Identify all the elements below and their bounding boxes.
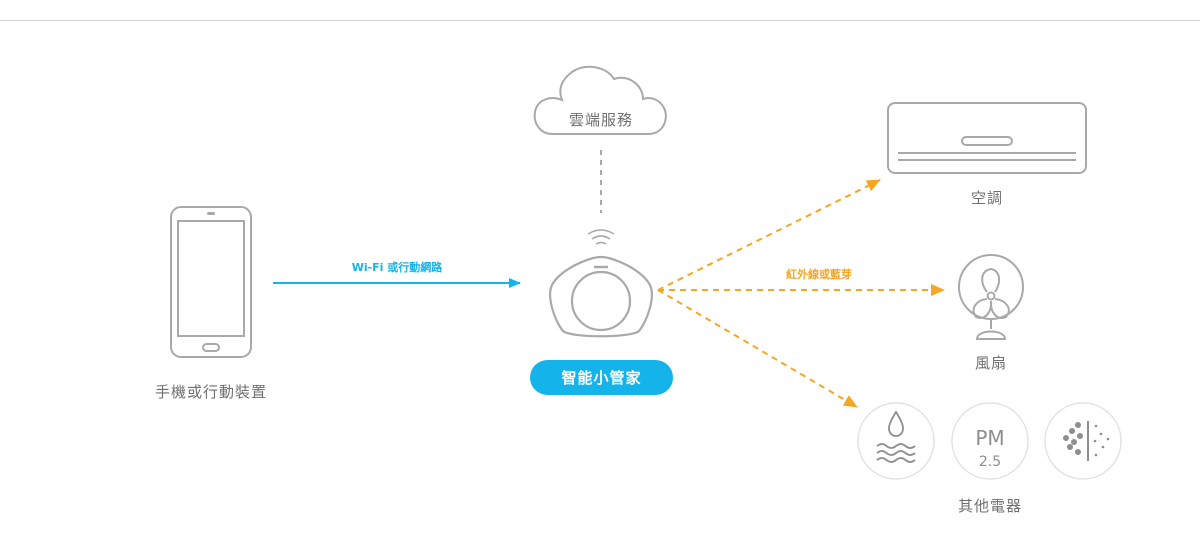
ir-link-label: 紅外線或藍芽 — [786, 268, 852, 281]
wifi-link-label: Wi-Fi 或行動網路 — [351, 261, 443, 274]
air-conditioner-icon — [887, 102, 1087, 174]
particles-appliance-circle — [1044, 402, 1122, 480]
other-appliances-label: 其他電器 — [957, 497, 1023, 515]
water-appliance-circle — [857, 402, 935, 480]
air-conditioner-label: 空調 — [970, 189, 1004, 207]
ir-link-arrow-appliances — [657, 289, 858, 408]
pm-text: PM — [975, 426, 1004, 450]
diagram-canvas: PM 2.5 雲端服務 — [170, 65, 1122, 480]
fan-label: 風扇 — [974, 354, 1008, 372]
mobile-phone-icon — [170, 206, 252, 358]
smart-hub-device-icon — [549, 255, 653, 338]
smart-hub-badge: 智能小管家 — [530, 360, 673, 395]
fan-icon — [958, 254, 1024, 340]
cloud-label: 雲端服務 — [569, 111, 633, 129]
wifi-signal-icon — [587, 229, 615, 245]
pm-value-text: 2.5 — [979, 454, 1001, 470]
mobile-label: 手機或行動裝置 — [154, 383, 268, 401]
